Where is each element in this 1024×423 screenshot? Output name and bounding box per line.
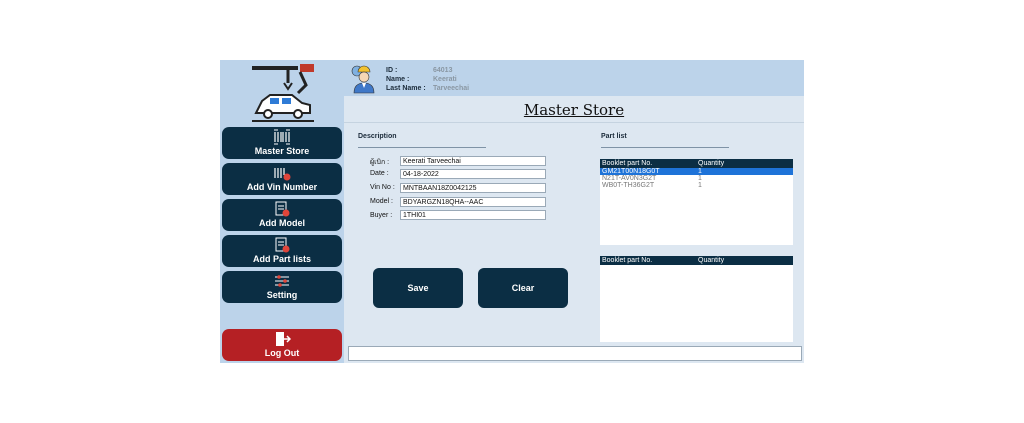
partlist-table-header: Booklet part No. Quantity [600, 159, 793, 168]
nav-label: Master Store [254, 146, 310, 156]
name-value: Keerati [433, 76, 457, 83]
row-qty: 1 [698, 168, 702, 175]
vin-field[interactable]: MNTBAAN18Z0042125 [400, 183, 546, 193]
col-part-no: Booklet part No. [602, 160, 653, 167]
buyer-field[interactable]: 1THI01 [400, 210, 546, 220]
description-heading: Description [358, 133, 397, 140]
document-add-icon [275, 201, 290, 217]
requester-label: ผู้เบิก : [370, 159, 390, 166]
description-divider [358, 147, 486, 148]
selected-parts-header: Booklet part No. Quantity [600, 256, 793, 265]
nav-setting-button[interactable]: Setting [222, 271, 342, 303]
buyer-label: Buyer : [370, 212, 393, 219]
row-part: N21T-AV0N3G2T [602, 175, 657, 182]
col-part-no: Booklet part No. [602, 257, 653, 264]
model-field[interactable]: BDYARGZN18QHA--AAC [400, 197, 546, 207]
barcode-icon [274, 129, 290, 145]
clear-button[interactable]: Clear [478, 268, 568, 308]
nav-label: Add Vin Number [246, 182, 318, 192]
status-bar [348, 346, 802, 361]
nav-label: Add Model [259, 218, 305, 228]
col-quantity: Quantity [698, 160, 725, 167]
logout-label: Log Out [264, 348, 300, 358]
partlist-heading: Part list [601, 133, 627, 140]
document-add-icon [275, 237, 290, 253]
table-row[interactable]: GM21T00N18G0T 1 [600, 168, 793, 175]
user-info: ID : 64013 Name : Keerati Last Name : Tarve… [386, 66, 469, 93]
id-value: 64013 [433, 67, 453, 74]
table-row[interactable]: N21T-AV0N3G2T 1 [600, 175, 793, 182]
lastname-value: Tarveechai [433, 85, 470, 92]
sidebar: Master Store Add Vin Number Add Model Ad… [220, 60, 344, 363]
table-row[interactable]: WB0T-TH36G2T 1 [600, 182, 793, 189]
model-label: Model : [370, 198, 393, 205]
nav-label: Setting [266, 290, 298, 300]
row-part: WB0T-TH36G2T [602, 182, 655, 189]
requester-field[interactable]: Keerati Tarveechai [400, 156, 546, 166]
nav-add-vin-number-button[interactable]: Add Vin Number [222, 163, 342, 195]
logout-icon [276, 332, 291, 346]
lastname-label: Last Name : [386, 85, 426, 92]
nav-add-part-lists-button[interactable]: Add Part lists [222, 235, 342, 267]
nav-label: Add Part lists [252, 254, 311, 264]
partlist-table[interactable]: Booklet part No. Quantity GM21T00N18G0T … [600, 159, 793, 245]
barcode-add-icon [274, 168, 291, 181]
date-field[interactable]: 04-18-2022 [400, 169, 546, 179]
nav-master-store-button[interactable]: Master Store [222, 127, 342, 159]
id-label: ID : [386, 67, 398, 74]
row-part: GM21T00N18G0T [602, 168, 660, 175]
selected-parts-table[interactable]: Booklet part No. Quantity [600, 256, 793, 342]
title-bar: Master Store [344, 98, 804, 123]
worker-avatar-icon [351, 65, 375, 94]
col-quantity: Quantity [698, 257, 725, 264]
nav-add-model-button[interactable]: Add Model [222, 199, 342, 231]
sliders-icon [275, 275, 289, 287]
row-qty: 1 [698, 182, 702, 189]
user-header: ID : 64013 Name : Keerati Last Name : Tarve… [344, 60, 804, 96]
car-factory-logo [252, 64, 314, 122]
row-qty: 1 [698, 175, 702, 182]
logout-button[interactable]: Log Out [222, 329, 342, 361]
date-label: Date : [370, 170, 389, 177]
name-label: Name : [386, 76, 410, 83]
save-button[interactable]: Save [373, 268, 463, 308]
app-window: Master Store Add Vin Number Add Model Ad… [220, 60, 804, 363]
partlist-divider [601, 147, 729, 148]
page-title: Master Store [523, 101, 625, 119]
vin-label: Vin No : [370, 184, 395, 191]
